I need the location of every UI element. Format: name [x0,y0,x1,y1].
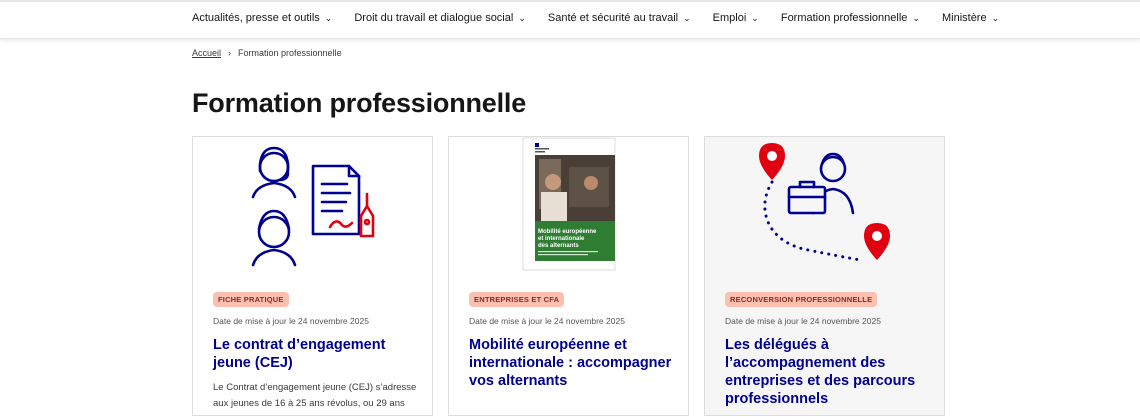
route-map-icon [759,143,890,262]
chevron-down-icon: ⌄ [518,12,526,23]
nav-item-sante-securite[interactable]: Santé et sécurité au travail ⌄ [548,12,691,24]
brochure-image: Mobilité européenne et internationale de… [522,137,616,271]
cover-title-line-3: des alternants [538,243,579,249]
cover-title-line-1: Mobilité européenne [538,229,597,235]
card-title-link[interactable]: Les délégués à l’accompagnement des entr… [725,336,930,408]
nav-item-formation[interactable]: Formation professionnelle ⌄ [781,12,920,24]
update-date: Date de mise à jour le 24 novembre 2025 [725,316,881,326]
chevron-right-icon: › [228,48,232,58]
breadcrumb-home-link[interactable]: Accueil [192,48,221,58]
nav-item-label: Ministère [941,12,987,24]
nav-list: Actualités, presse et outils ⌄ Droit du t… [192,12,1021,24]
nav-item-actualites[interactable]: Actualités, presse et outils ⌄ [192,12,332,24]
card-delegues[interactable]: RECONVERSION PROFESSIONNELLE Date de mis… [704,136,945,416]
chevron-down-icon: ⌄ [683,12,691,23]
update-date: Date de mise à jour le 24 novembre 2025 [469,316,625,326]
chevron-down-icon: ⌄ [751,12,759,23]
chevron-down-icon: ⌄ [991,12,1000,23]
card-description: Le Contrat d’engagement jeune (CEJ) s’ad… [213,382,417,409]
nav-item-ministere[interactable]: Ministère ⌄ [942,12,999,24]
category-badge: RECONVERSION PROFESSIONNELLE [725,292,878,307]
nav-item-label: Droit du travail et dialogue social [354,12,514,24]
brochure-cover: Mobilité européenne et internationale de… [449,137,688,277]
breadcrumb: Accueil › Formation professionnelle [192,48,342,58]
chevron-down-icon: ⌄ [912,12,920,23]
nav-item-emploi[interactable]: Emploi ⌄ [713,12,759,24]
nav-item-label: Emploi [712,12,747,24]
category-badge: FICHE PRATIQUE [213,292,289,307]
breadcrumb-current: Formation professionnelle [238,48,342,58]
card-cej[interactable]: FICHE PRATIQUE Date de mise à jour le 24… [192,136,433,416]
route-map-illustration [705,137,944,277]
nav-item-droit-du-travail[interactable]: Droit du travail et dialogue social ⌄ [354,12,526,24]
nav-item-label: Formation professionnelle [780,12,908,24]
card-mobilite[interactable]: Mobilité européenne et internationale de… [448,136,689,416]
main-navigation: Actualités, presse et outils ⌄ Droit du t… [0,0,1140,39]
update-date: Date de mise à jour le 24 novembre 2025 [213,316,369,326]
chevron-down-icon: ⌄ [324,12,333,23]
nav-item-label: Actualités, presse et outils [192,12,320,24]
people-contract-icon [251,146,375,267]
card-title-link[interactable]: Mobilité européenne et internationale : … [469,336,674,390]
cover-title-line-2: et internationale [538,236,585,242]
card-title-link[interactable]: Le contrat d’engagement jeune (CEJ) [213,336,418,372]
people-contract-illustration [193,137,432,277]
category-badge: ENTREPRISES ET CFA [469,292,565,307]
nav-item-label: Santé et sécurité au travail [547,12,679,24]
page-title: Formation professionnelle [192,88,527,118]
